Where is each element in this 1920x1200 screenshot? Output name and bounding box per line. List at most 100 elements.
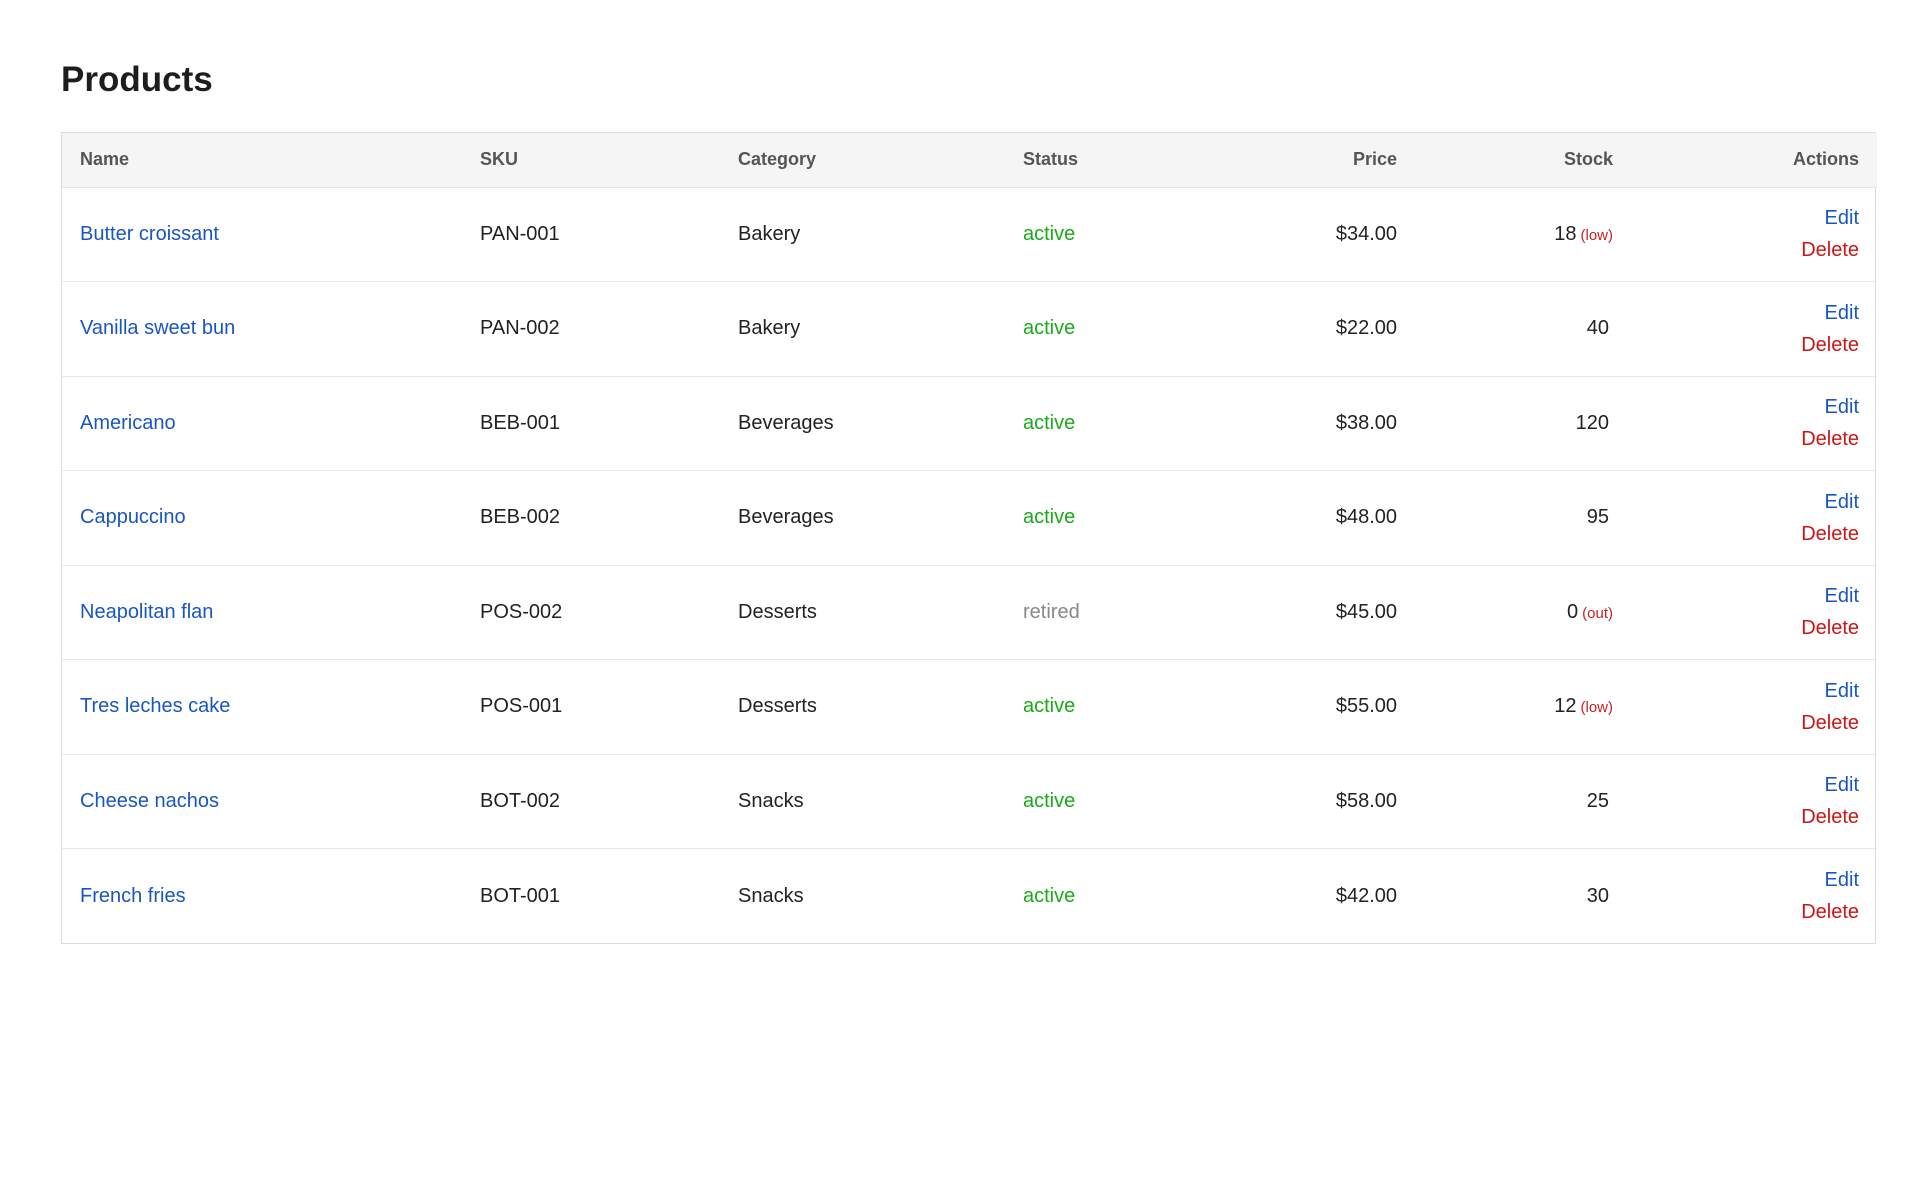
column-header-name: Name — [62, 133, 462, 188]
column-header-actions: Actions — [1633, 133, 1877, 188]
cell-status: active — [1005, 659, 1190, 755]
delete-button[interactable]: Delete — [1633, 329, 1859, 361]
cell-stock: 18 (low) — [1417, 187, 1633, 282]
edit-button[interactable]: Edit — [1633, 580, 1859, 612]
cell-price: $45.00 — [1190, 565, 1417, 660]
cell-sku: POS-002 — [462, 565, 720, 660]
cell-actions: Edit Delete — [1633, 376, 1877, 471]
column-header-sku: SKU — [462, 133, 720, 188]
cell-actions: Edit Delete — [1633, 565, 1877, 660]
cell-stock: 0 (out) — [1417, 565, 1633, 660]
cell-name: Vanilla sweet bun — [62, 281, 462, 377]
cell-stock: 12 (low) — [1417, 659, 1633, 755]
stock-value: 95 — [1586, 506, 1609, 529]
cell-category: Bakery — [720, 187, 1005, 282]
table-row: Americano BEB-001 Beverages active $38.0… — [62, 376, 1877, 471]
cell-actions: Edit Delete — [1633, 470, 1877, 566]
table-row: Cappuccino BEB-002 Beverages active $48.… — [62, 470, 1877, 566]
status-badge: active — [1023, 222, 1076, 245]
delete-button[interactable]: Delete — [1633, 707, 1859, 739]
cell-price: $42.00 — [1335, 884, 1397, 907]
edit-button[interactable]: Edit — [1633, 391, 1859, 423]
cell-actions: Edit Delete — [1633, 187, 1877, 282]
cell-sku: BOT-002 — [462, 754, 720, 849]
stock-value: 0 — [1567, 600, 1579, 623]
stock-value: 120 — [1575, 411, 1609, 434]
table-row: Tres leches cake POS-001 Desserts active… — [62, 659, 1877, 755]
status-badge: active — [1023, 789, 1076, 812]
cell-name: Butter croissant — [62, 187, 462, 282]
cell-name: Americano — [62, 376, 462, 471]
stock-value: 30 — [1586, 884, 1609, 907]
cell-price: $34.00 — [1190, 187, 1417, 282]
status-badge: active — [1023, 884, 1076, 907]
table-row: Neapolitan flan POS-002 Desserts retired… — [62, 565, 1877, 660]
product-name-link[interactable]: Neapolitan flan — [80, 601, 213, 623]
cell-sku: POS-001 — [462, 659, 720, 755]
stock-value: 40 — [1586, 317, 1609, 340]
delete-button[interactable]: Delete — [1633, 423, 1859, 455]
cell-status: retired — [1005, 565, 1190, 660]
product-name-link[interactable]: Americano — [80, 412, 176, 434]
column-header-status: Status — [1005, 133, 1190, 188]
cell-stock: 120 — [1417, 376, 1633, 471]
delete-button[interactable]: Delete — [1633, 612, 1859, 644]
stock-flag: (low) — [1580, 699, 1614, 717]
product-name-link[interactable]: Tres leches cake — [80, 695, 230, 717]
status-badge: active — [1023, 506, 1076, 529]
cell-sku: BEB-001 — [462, 376, 720, 471]
products-table-container: Name SKU Category Status Price Stock Act… — [61, 132, 1877, 944]
cell-actions: Edit Delete — [1633, 754, 1877, 849]
edit-button[interactable]: Edit — [1633, 202, 1859, 234]
edit-button[interactable]: Edit — [1633, 864, 1859, 896]
cell-category: Beverages — [720, 376, 1005, 471]
stock-value: 12 — [1554, 695, 1577, 718]
cell-name: Cappuccino — [62, 470, 462, 566]
product-name-link[interactable]: Cheese nachos — [80, 790, 219, 812]
edit-button[interactable]: Edit — [1633, 297, 1859, 329]
cell-status: active — [1005, 849, 1190, 944]
product-name-link[interactable]: Butter croissant — [80, 223, 219, 245]
product-name-link[interactable]: French fries — [80, 885, 186, 907]
edit-button[interactable]: Edit — [1633, 675, 1859, 707]
cell-price: $58.00 — [1190, 754, 1417, 849]
cell-name: Neapolitan flan — [62, 565, 462, 660]
cell-status: active — [1005, 470, 1190, 566]
cell-status: active — [1005, 754, 1190, 849]
status-badge: active — [1023, 317, 1076, 340]
delete-button[interactable]: Delete — [1633, 518, 1859, 550]
edit-button[interactable]: Edit — [1633, 769, 1859, 801]
cell-sku: PAN-001 — [462, 187, 720, 282]
cell-category: Beverages — [720, 470, 1005, 566]
cell-stock: 25 — [1417, 754, 1633, 849]
cell-status: active — [1005, 281, 1190, 377]
cell-name: Cheese nachos — [62, 754, 462, 849]
delete-button[interactable]: Delete — [1633, 801, 1859, 833]
column-header-price: Price — [1190, 133, 1417, 188]
cell-category: Desserts — [720, 565, 1005, 660]
cell-category: Bakery — [720, 281, 1005, 377]
cell-price: $22.00 — [1190, 281, 1417, 377]
product-name-link[interactable]: Vanilla sweet bun — [80, 317, 235, 339]
cell-sku: BOT-001 — [480, 884, 561, 907]
cell-category: Snacks — [720, 754, 1005, 849]
product-name-link[interactable]: Cappuccino — [80, 506, 186, 528]
cell-stock: 30 — [1417, 849, 1633, 944]
page-title: Products — [61, 60, 213, 99]
status-badge: retired — [1023, 600, 1080, 623]
cell-status: active — [1005, 187, 1190, 282]
table-row: Cheese nachos BOT-002 Snacks active $58.… — [62, 754, 1877, 849]
products-page: Products Name SKU Category Status Price … — [0, 0, 1920, 1200]
edit-button[interactable]: Edit — [1633, 486, 1859, 518]
delete-button[interactable]: Delete — [1633, 234, 1859, 266]
stock-value: 18 — [1554, 222, 1577, 245]
cell-actions: Edit Delete — [1633, 849, 1877, 944]
table-body: Butter croissant PAN-001 Bakery active $… — [62, 187, 1877, 943]
table-row: French fries BOT-001 Snacks active $42.0… — [62, 849, 1877, 944]
stock-value: 25 — [1586, 789, 1609, 812]
cell-actions: Edit Delete — [1633, 281, 1877, 377]
table-row: Vanilla sweet bun PAN-002 Bakery active … — [62, 281, 1877, 377]
cell-sku: BEB-002 — [462, 470, 720, 566]
status-badge: active — [1023, 695, 1076, 718]
delete-button[interactable]: Delete — [1633, 896, 1859, 928]
